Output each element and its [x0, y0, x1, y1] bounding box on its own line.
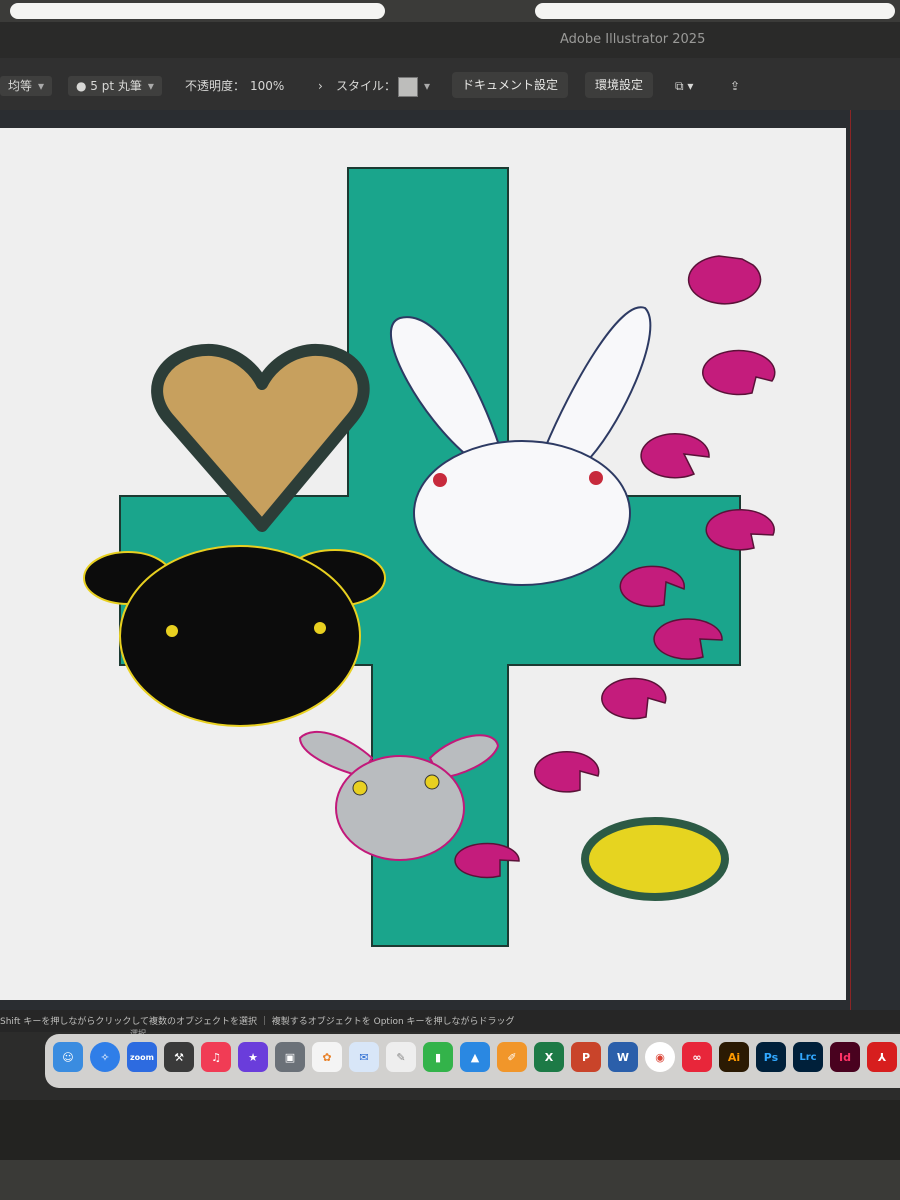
indesign-icon[interactable]: Id [830, 1042, 860, 1072]
photoshop-icon[interactable]: Ps [756, 1042, 786, 1072]
pie-shape [705, 508, 775, 551]
artwork [83, 167, 776, 947]
brush-dropdown[interactable]: ● 5 pt 丸筆 ▾ [68, 76, 162, 96]
screen: Adobe Illustrator 2025 均等 ▾ ● 5 pt 丸筆 ▾ 不透… [0, 22, 900, 1100]
pie-shape [533, 751, 600, 793]
app-title: Adobe Illustrator 2025 [560, 32, 706, 47]
pie-shape [702, 349, 776, 396]
chrome-icon[interactable]: ◉ [645, 1042, 675, 1072]
acrobat-icon[interactable]: ⅄ [867, 1042, 897, 1072]
title-bar: Adobe Illustrator 2025 [0, 22, 900, 58]
pie-shape [640, 433, 710, 479]
dock: ☺ ✧ zoom ⚒ ♫ ★ ▣ ✿ ✉ ✎ ▮ ▲ ✐ X P W ◉ ∞ A… [45, 1034, 900, 1088]
stroke-profile-dropdown[interactable]: 均等 ▾ [0, 76, 53, 96]
artboard[interactable] [0, 128, 846, 1000]
imovie-icon[interactable]: ★ [238, 1042, 268, 1072]
safari-icon[interactable]: ✧ [90, 1042, 120, 1072]
excel-icon[interactable]: X [534, 1042, 564, 1072]
opacity-value[interactable]: 100% [250, 76, 284, 96]
style-label: スタイル： [336, 79, 397, 93]
pages-icon[interactable]: ✐ [497, 1042, 527, 1072]
document-settings-button[interactable]: ドキュメント設定 [452, 72, 569, 98]
illustrator-icon[interactable]: Ai [719, 1042, 749, 1072]
keynote-icon[interactable]: ▲ [460, 1042, 490, 1072]
reflection [10, 3, 385, 19]
lightroom-classic-icon[interactable]: Lrc [793, 1042, 823, 1072]
zoom-icon[interactable]: zoom [127, 1042, 157, 1072]
finder-icon[interactable]: ☺ [53, 1042, 83, 1072]
powerpoint-icon[interactable]: P [571, 1042, 601, 1072]
music-icon[interactable]: ♫ [201, 1042, 231, 1072]
bezel-top [0, 0, 900, 22]
photos-icon[interactable]: ✿ [312, 1042, 342, 1072]
mail-icon[interactable]: ✉ [349, 1042, 379, 1072]
word-icon[interactable]: W [608, 1042, 638, 1072]
arrange-icon[interactable]: ⧉ ▾ [675, 76, 693, 96]
share-icon[interactable]: ⇪ [730, 76, 740, 96]
canvas-workspace [0, 110, 900, 1010]
opacity-label: 不透明度： [185, 79, 246, 93]
preview-icon[interactable]: ▣ [275, 1042, 305, 1072]
monitor-bezel: Adobe Illustrator 2025 均等 ▾ ● 5 pt 丸筆 ▾ 不透… [0, 0, 900, 1200]
monitor-stand-lip [0, 1160, 900, 1200]
pie-shape [687, 255, 762, 305]
status-hint: Shift キーを押しながらクリックして複数のオブジェクトを選択 ｜ 複製するオ… [0, 1017, 515, 1027]
pie-shape [454, 842, 520, 879]
bear-face [83, 545, 386, 727]
bleed-guide [850, 110, 851, 1010]
yellow-oval [581, 817, 729, 901]
control-bar: 均等 ▾ ● 5 pt 丸筆 ▾ 不透明度： 100% › スタイル： ▾ ドキュメ… [0, 58, 900, 110]
pencil-icon[interactable]: ✎ [386, 1042, 416, 1072]
instruments-icon[interactable]: ⚒ [164, 1042, 194, 1072]
bezel-bottom [0, 1100, 900, 1200]
pie-shape [601, 677, 667, 720]
style-swatch[interactable]: ▾ [398, 76, 430, 97]
preferences-button[interactable]: 環境設定 [585, 72, 654, 98]
reflection [535, 3, 895, 19]
numbers-icon[interactable]: ▮ [423, 1042, 453, 1072]
creative-cloud-icon[interactable]: ∞ [682, 1042, 712, 1072]
chevron-right-icon[interactable]: › [318, 76, 323, 96]
